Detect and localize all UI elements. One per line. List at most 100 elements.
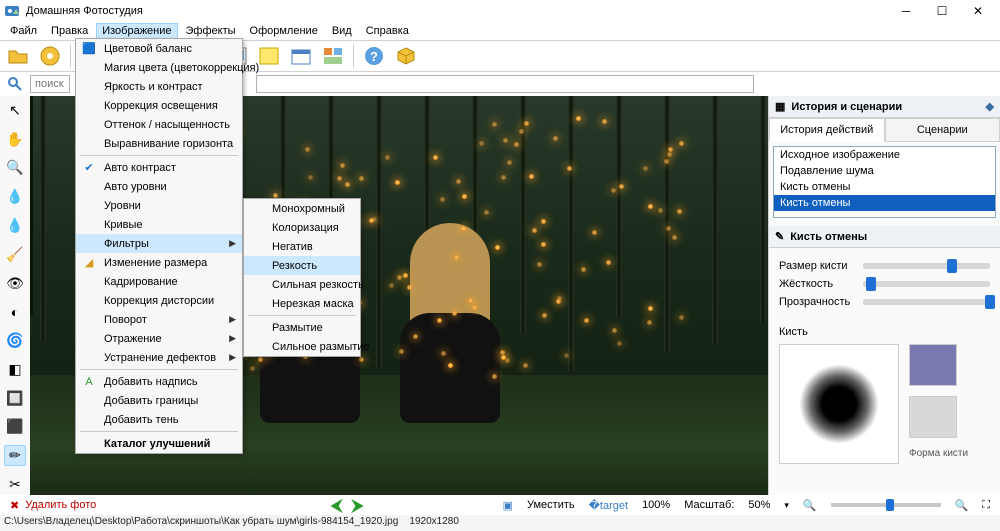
calendar-icon[interactable] xyxy=(289,44,313,68)
tool-9[interactable]: ◧ xyxy=(4,359,26,380)
menu-item[interactable]: Резкость xyxy=(244,256,360,275)
tab-1[interactable]: Сценарии xyxy=(885,118,1000,142)
app-icon xyxy=(4,3,20,19)
tool-12[interactable]: ✏ xyxy=(4,445,26,466)
menu-item[interactable]: Отражение▶ xyxy=(76,329,242,348)
menu-item[interactable]: ◢Изменение размера xyxy=(76,253,242,272)
menu-item[interactable]: Сильная резкость xyxy=(244,275,360,294)
zoom-out-icon[interactable]: 🔍 xyxy=(803,499,817,512)
history-row[interactable]: Исходное изображение xyxy=(774,147,995,163)
delete-photo-button[interactable]: ✖ Удалить фото xyxy=(10,499,96,512)
tool-2[interactable]: 🔍 xyxy=(4,158,26,179)
tool-8[interactable]: 🌀 xyxy=(4,330,26,351)
minimize-button[interactable]: ─ xyxy=(888,0,924,22)
right-panel: ▦ История и сценарии ◆ История действийС… xyxy=(768,96,1000,495)
tool-13[interactable]: ✂ xyxy=(4,474,26,495)
fit-label[interactable]: Уместить xyxy=(527,499,575,511)
search-icon xyxy=(6,75,24,93)
menu-item[interactable]: Уровни xyxy=(76,196,242,215)
menu-item[interactable]: Монохромный xyxy=(244,199,360,218)
tool-3[interactable]: 💧 xyxy=(4,186,26,207)
slider-row: Размер кисти xyxy=(779,260,990,272)
zoom-slider[interactable] xyxy=(831,503,941,507)
image-dimensions: 1920x1280 xyxy=(409,516,459,527)
brush-preview[interactable] xyxy=(779,344,899,464)
menu-item[interactable]: 🟦Цветовой баланс xyxy=(76,39,242,58)
tool-1[interactable]: ✋ xyxy=(4,129,26,150)
tool-10[interactable]: 🔲 xyxy=(4,388,26,409)
shape-swatch[interactable] xyxy=(909,396,957,438)
menu-item[interactable]: Магия цвета (цветокоррекция) xyxy=(76,58,242,77)
scale-label: Масштаб: xyxy=(684,499,734,511)
menu-вид[interactable]: Вид xyxy=(326,23,358,39)
menu-правка[interactable]: Правка xyxy=(45,23,94,39)
menu-item[interactable]: Сильное размытие xyxy=(244,337,360,356)
path-field[interactable] xyxy=(256,75,754,93)
menu-item[interactable]: Яркость и контраст xyxy=(76,77,242,96)
tool-11[interactable]: ⬛ xyxy=(4,417,26,438)
left-toolbox: ↖ ✋ 🔍 💧 💧 🧹 👁 ◐ 🌀 ◧ 🔲 ⬛ ✏ ✂ xyxy=(0,96,30,495)
menu-item[interactable]: ✔Авто контраст xyxy=(76,158,242,177)
history-row[interactable]: Кисть отмены xyxy=(774,195,995,211)
menu-item[interactable]: Оттенок / насыщенность xyxy=(76,115,242,134)
expand-icon[interactable]: ⛶ xyxy=(982,499,990,512)
menu-item[interactable]: Добавить тень xyxy=(76,410,242,429)
collage-icon[interactable] xyxy=(321,44,345,68)
tool-6[interactable]: 👁 xyxy=(4,273,26,294)
menu-item[interactable]: Коррекция освещения xyxy=(76,96,242,115)
maximize-button[interactable]: ☐ xyxy=(924,0,960,22)
menu-файл[interactable]: Файл xyxy=(4,23,43,39)
menu-item[interactable]: Коррекция дисторсии xyxy=(76,291,242,310)
pin-icon[interactable]: ◆ xyxy=(986,100,994,113)
close-button[interactable]: ✕ xyxy=(960,0,996,22)
brush-icon: ✎ xyxy=(775,230,784,243)
tool-7[interactable]: ◐ xyxy=(4,301,26,322)
delete-icon: ✖ xyxy=(10,499,19,512)
menu-item[interactable]: Кривые xyxy=(76,215,242,234)
search-input[interactable] xyxy=(30,75,70,93)
help-icon[interactable]: ? xyxy=(362,44,386,68)
menu-item[interactable]: Фильтры▶ xyxy=(76,234,242,253)
menu-item[interactable]: Нерезкая маска xyxy=(244,294,360,313)
menu-item[interactable]: Выравнивание горизонта xyxy=(76,134,242,153)
open-icon[interactable] xyxy=(6,44,30,68)
prev-arrow-icon[interactable]: ⮜ xyxy=(330,495,343,516)
file-path: C:\Users\Владелец\Desktop\Работа\скриншо… xyxy=(4,516,398,527)
image2-icon[interactable] xyxy=(257,44,281,68)
menu-item[interactable]: AДобавить надпись xyxy=(76,372,242,391)
zoom-in-icon[interactable]: 🔍 xyxy=(955,499,969,512)
history-row[interactable]: Кисть отмены xyxy=(774,179,995,195)
menu-item[interactable]: Авто уровни xyxy=(76,177,242,196)
box-icon[interactable] xyxy=(394,44,418,68)
menu-item[interactable]: Устранение дефектов▶ xyxy=(76,348,242,367)
fit-icon[interactable]: ▣ xyxy=(503,499,513,512)
scale-value: 50% xyxy=(748,499,770,511)
tool-0[interactable]: ↖ xyxy=(4,100,26,121)
menu-эффекты[interactable]: Эффекты xyxy=(180,23,242,39)
slider-track[interactable] xyxy=(863,299,990,305)
slider-track[interactable] xyxy=(863,281,990,287)
tool-5[interactable]: 🧹 xyxy=(4,244,26,265)
slider-track[interactable] xyxy=(863,263,990,269)
history-row[interactable]: Подавление шума xyxy=(774,163,995,179)
menu-item[interactable]: Колоризация xyxy=(244,218,360,237)
zoom-reset-icon[interactable]: �target xyxy=(589,499,628,512)
slider-row: Жёсткость xyxy=(779,278,990,290)
menu-item[interactable]: Кадрирование xyxy=(76,272,242,291)
menu-item[interactable]: Каталог улучшений xyxy=(76,434,242,453)
tool-4[interactable]: 💧 xyxy=(4,215,26,236)
chevron-down-icon[interactable]: ▾ xyxy=(784,500,789,511)
color-swatch[interactable] xyxy=(909,344,957,386)
menu-item[interactable]: Негатив xyxy=(244,237,360,256)
menu-item[interactable]: Размытие xyxy=(244,318,360,337)
menu-изображение[interactable]: Изображение xyxy=(96,23,177,39)
menu-справка[interactable]: Справка xyxy=(360,23,415,39)
status-bar: ✖ Удалить фото ⮜ ⮞ ▣ Уместить �target 10… xyxy=(0,495,1000,515)
menu-оформление[interactable]: Оформление xyxy=(244,23,324,39)
history-list[interactable]: Исходное изображениеПодавление шумаКисть… xyxy=(773,146,996,218)
menu-item[interactable]: Добавить границы xyxy=(76,391,242,410)
menu-item[interactable]: Поворот▶ xyxy=(76,310,242,329)
next-arrow-icon[interactable]: ⮞ xyxy=(351,495,364,516)
save-icon[interactable] xyxy=(38,44,62,68)
tab-0[interactable]: История действий xyxy=(769,118,885,142)
